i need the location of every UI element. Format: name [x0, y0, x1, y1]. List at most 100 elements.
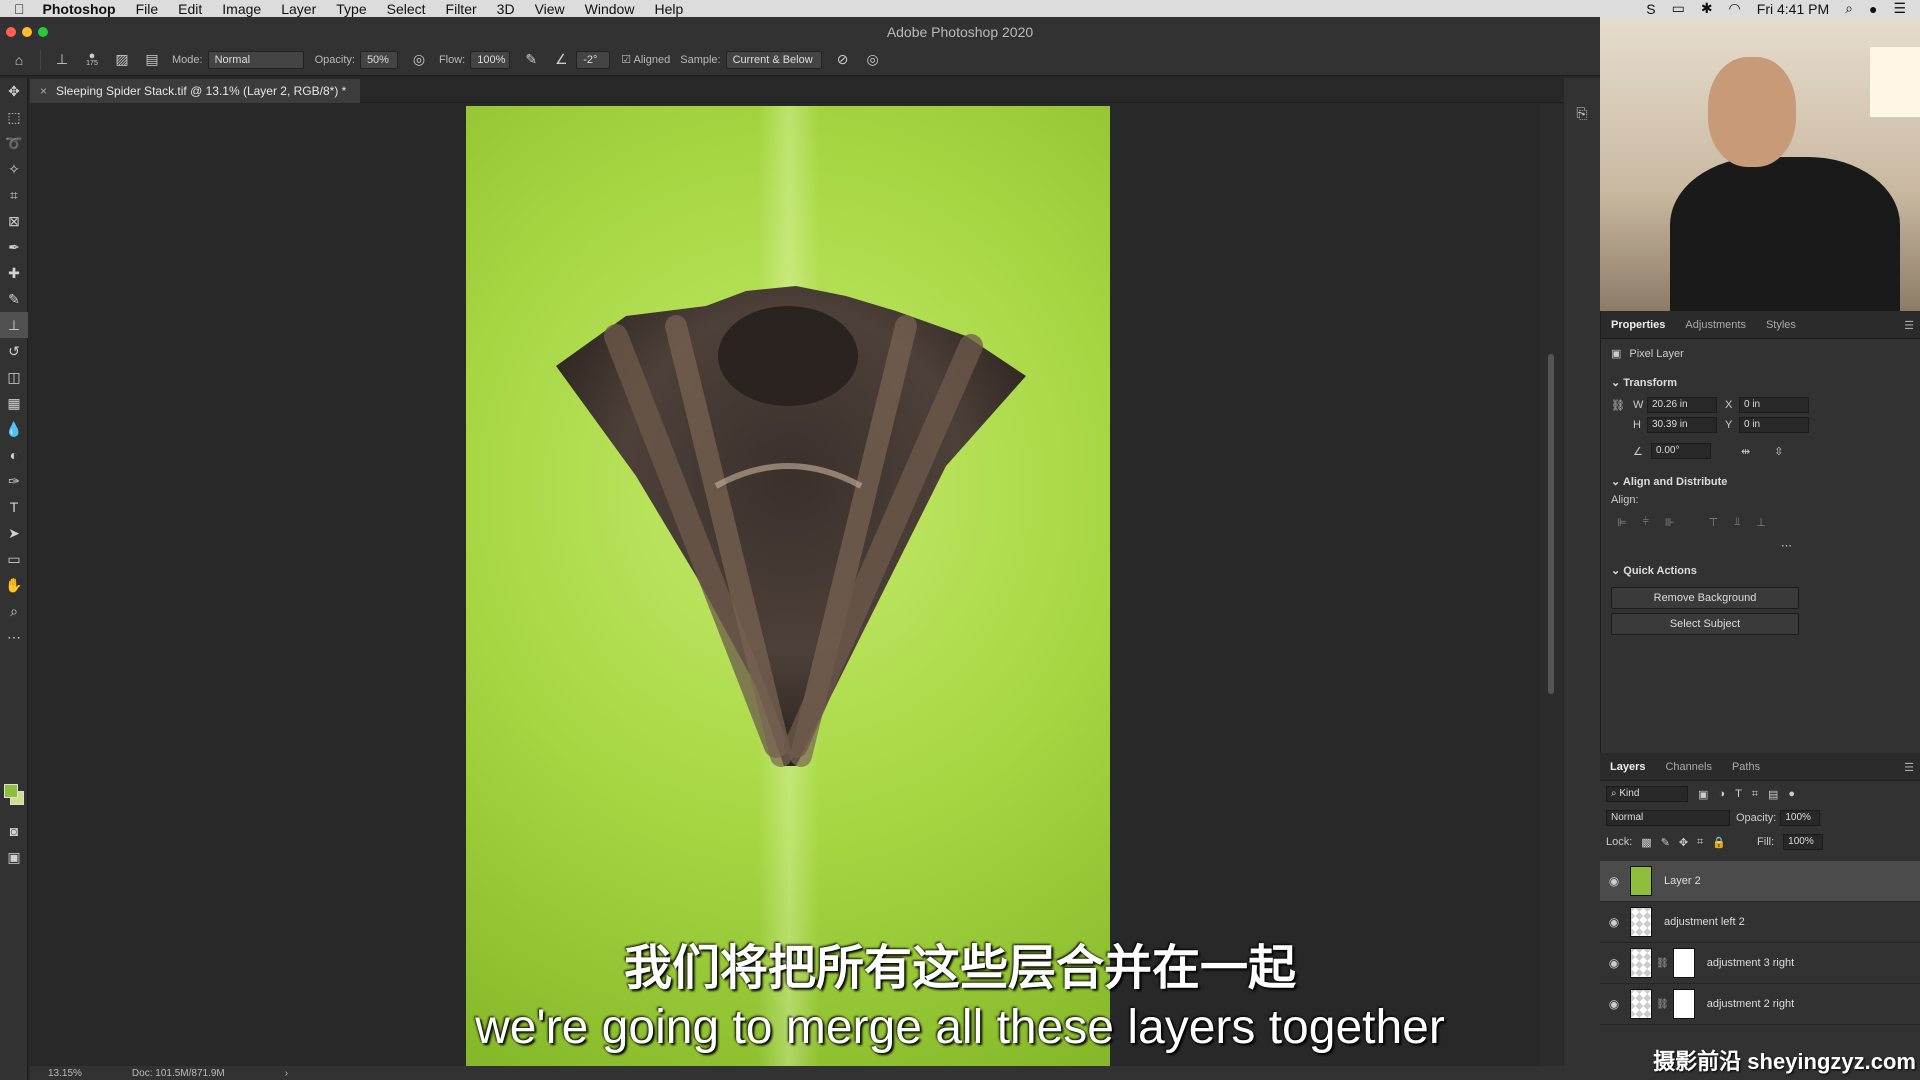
more-tools-icon[interactable]: ⋯: [0, 624, 28, 650]
kind-filter-select[interactable]: ⌕ Kind: [1606, 786, 1688, 802]
menu-type[interactable]: Type: [336, 1, 366, 17]
flip-vertical-icon[interactable]: ⇳: [1774, 445, 1783, 458]
tab-styles[interactable]: Styles: [1756, 319, 1806, 331]
align-left-icon[interactable]: ⊫: [1617, 516, 1627, 529]
align-center-h-icon[interactable]: ⫩: [1643, 516, 1649, 529]
airplay-icon[interactable]: ▭: [1672, 0, 1685, 17]
tab-adjustments[interactable]: Adjustments: [1675, 319, 1756, 331]
visibility-eye-icon[interactable]: ◉: [1600, 874, 1628, 888]
scrollbar-thumb[interactable]: [1548, 354, 1554, 694]
pressure-size-icon[interactable]: ◎: [864, 51, 882, 69]
flow-field[interactable]: 100%: [470, 50, 511, 69]
pressure-opacity-icon[interactable]: ◎: [410, 51, 428, 69]
menu-filter[interactable]: Filter: [446, 1, 477, 17]
rectangle-tool-icon[interactable]: ▭: [0, 546, 28, 572]
spider-photo[interactable]: [466, 106, 1110, 1066]
foreground-color-swatch[interactable]: [4, 784, 18, 798]
zoom-level[interactable]: 13.15%: [48, 1068, 82, 1079]
path-selection-tool-icon[interactable]: ➤: [0, 520, 28, 546]
transform-heading[interactable]: ⌄ Transform: [1601, 368, 1920, 395]
siri-icon[interactable]: ●: [1869, 1, 1877, 17]
notification-icon[interactable]: ☰: [1893, 0, 1906, 17]
filter-shape-icon[interactable]: ⌗: [1752, 788, 1758, 801]
hand-tool-icon[interactable]: ✋: [0, 572, 28, 598]
menu-help[interactable]: Help: [654, 1, 683, 17]
menu-file[interactable]: File: [136, 1, 159, 17]
menu-layer[interactable]: Layer: [281, 1, 316, 17]
align-heading[interactable]: ⌄ Align and Distribute: [1601, 467, 1920, 494]
remove-background-button[interactable]: Remove Background: [1611, 587, 1799, 609]
history-brush-tool-icon[interactable]: ↺: [0, 338, 28, 364]
visibility-eye-icon[interactable]: ◉: [1600, 915, 1628, 929]
align-right-icon[interactable]: ⊪: [1665, 516, 1675, 529]
menu-view[interactable]: View: [535, 1, 565, 17]
filter-adjustment-icon[interactable]: ◑: [1718, 788, 1725, 800]
blur-tool-icon[interactable]: 💧: [0, 416, 28, 442]
spotlight-icon[interactable]: ⌕: [1845, 0, 1853, 17]
type-tool-icon[interactable]: T: [0, 494, 28, 520]
clone-source-icon[interactable]: ▤: [143, 51, 161, 69]
menu-app-name[interactable]: Photoshop: [43, 1, 116, 17]
filter-pixel-icon[interactable]: ▣: [1698, 788, 1708, 801]
blend-mode-select[interactable]: Normal: [1606, 810, 1730, 826]
bluetooth-icon[interactable]: ✱: [1701, 0, 1713, 17]
layers-menu-icon[interactable]: ☰: [1904, 761, 1914, 774]
tab-channels[interactable]: Channels: [1655, 761, 1721, 773]
document-tab[interactable]: × Sleeping Spider Stack.tif @ 13.1% (Lay…: [30, 79, 361, 103]
dodge-tool-icon[interactable]: ◐: [0, 442, 28, 468]
aligned-checkbox[interactable]: ☑ Aligned: [621, 53, 670, 66]
brush-settings-icon[interactable]: ▨: [113, 51, 131, 69]
lasso-tool-icon[interactable]: ➰: [0, 130, 28, 156]
layer-opacity-field[interactable]: 100%: [1780, 810, 1821, 826]
filter-smart-object-icon[interactable]: ▤: [1768, 788, 1778, 801]
filter-type-icon[interactable]: T: [1735, 788, 1742, 800]
panel-menu-icon[interactable]: ☰: [1904, 319, 1914, 332]
sample-select[interactable]: Current & Below: [725, 50, 822, 69]
lock-all-icon[interactable]: 🔒: [1712, 836, 1726, 849]
brush-preset-picker[interactable]: ● 175: [83, 50, 101, 69]
y-field[interactable]: 0 in: [1739, 417, 1809, 433]
airbrush-icon[interactable]: ✎: [522, 51, 540, 69]
eraser-tool-icon[interactable]: ◫: [0, 364, 28, 390]
select-subject-button[interactable]: Select Subject: [1611, 613, 1799, 635]
home-icon[interactable]: ⌂: [10, 51, 28, 69]
lock-position-icon[interactable]: ✥: [1679, 836, 1688, 849]
lock-transparent-icon[interactable]: ▩: [1641, 836, 1651, 849]
clock[interactable]: Fri 4:41 PM: [1757, 1, 1829, 17]
flip-horizontal-icon[interactable]: ⇹: [1741, 445, 1750, 458]
gradient-tool-icon[interactable]: ▦: [0, 390, 28, 416]
frame-tool-icon[interactable]: ⊠: [0, 208, 28, 234]
move-tool-icon[interactable]: ✥: [0, 78, 28, 104]
zoom-tool-icon[interactable]: ⌕: [0, 598, 28, 624]
layer-row-layer-2[interactable]: ◉ Layer 2: [1600, 861, 1920, 902]
menu-window[interactable]: Window: [585, 1, 635, 17]
x-field[interactable]: 0 in: [1739, 397, 1809, 413]
canvas-vertical-scrollbar[interactable]: [1540, 104, 1562, 1066]
width-field[interactable]: 20.26 in: [1647, 397, 1717, 413]
align-top-icon[interactable]: ⊤: [1709, 516, 1719, 529]
apple-icon[interactable]: : [14, 1, 25, 17]
lock-image-icon[interactable]: ✎: [1661, 836, 1670, 849]
pen-tool-icon[interactable]: ✑: [0, 468, 28, 494]
close-tab-icon[interactable]: ×: [40, 79, 47, 103]
history-panel-icon[interactable]: ⎘: [1564, 100, 1600, 126]
wifi-icon[interactable]: ◠: [1729, 0, 1741, 17]
tab-properties[interactable]: Properties: [1601, 319, 1675, 331]
ignore-adjustment-layers-icon[interactable]: ⊘: [834, 51, 852, 69]
mode-select[interactable]: Normal: [207, 50, 304, 69]
clone-stamp-tool-icon[interactable]: ⊥: [0, 312, 28, 338]
filter-toggle-icon[interactable]: ●: [1788, 788, 1795, 800]
tab-paths[interactable]: Paths: [1722, 761, 1770, 773]
quick-actions-heading[interactable]: ⌄ Quick Actions: [1601, 556, 1920, 583]
brush-tool-icon[interactable]: ✎: [0, 286, 28, 312]
skype-icon[interactable]: S: [1646, 1, 1655, 17]
align-bottom-icon[interactable]: ⊥: [1756, 516, 1766, 529]
menu-image[interactable]: Image: [222, 1, 261, 17]
link-dimensions-icon[interactable]: ⛓: [1611, 399, 1633, 412]
screen-mode-icon[interactable]: ▣: [0, 844, 28, 870]
layer-name[interactable]: Layer 2: [1664, 875, 1701, 887]
tab-layers[interactable]: Layers: [1600, 761, 1655, 773]
angle-field[interactable]: -2°: [576, 50, 611, 69]
rotation-field[interactable]: 0.00°: [1651, 443, 1711, 459]
quick-mask-icon[interactable]: ◙: [0, 818, 28, 844]
